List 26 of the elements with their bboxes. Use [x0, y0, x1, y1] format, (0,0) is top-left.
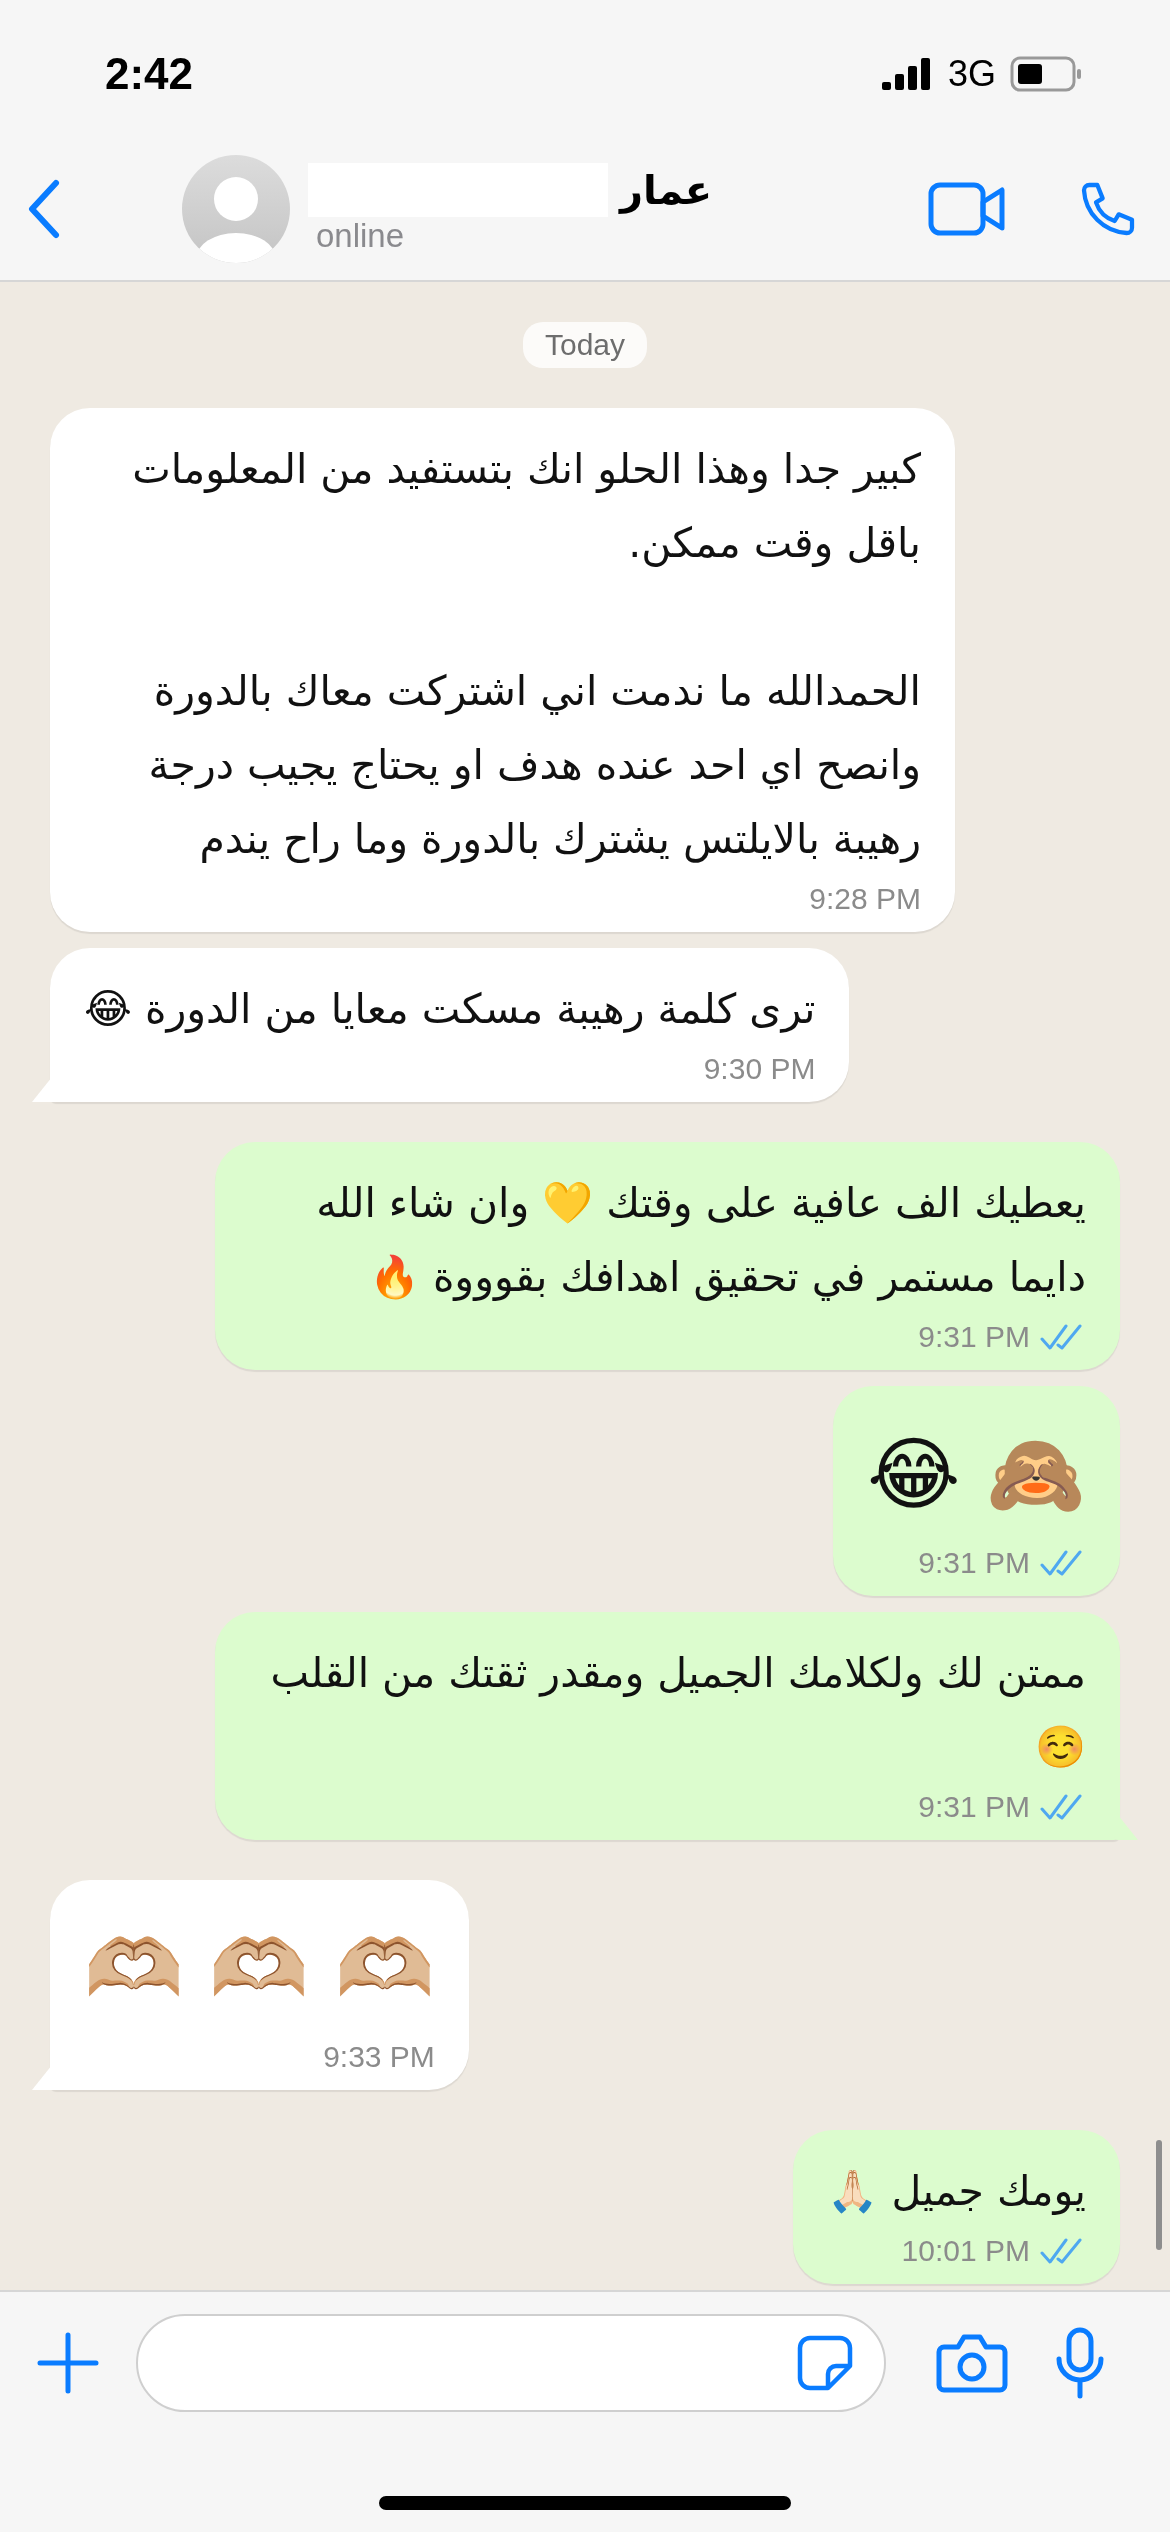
- message-time: 9:28 PM: [809, 882, 921, 916]
- status-time: 2:42: [105, 49, 194, 99]
- emoji-message: 🫶🏼 🫶🏼 🫶🏼: [84, 1921, 435, 2017]
- message-time: 10:01 PM: [901, 2234, 1030, 2268]
- emoji-message: 🙈 😂: [867, 1427, 1086, 1523]
- message-time: 9:30 PM: [703, 1052, 816, 1086]
- camera-icon[interactable]: [936, 2333, 1008, 2393]
- sticker-icon[interactable]: [796, 2334, 854, 2392]
- message-time: 9:31 PM: [918, 1546, 1030, 1580]
- date-badge: Today: [522, 322, 648, 368]
- battery-icon: [1010, 56, 1082, 92]
- message-time: 9:33 PM: [323, 2040, 435, 2074]
- message-text: يومك جميل 🙏🏻: [827, 2166, 1086, 2217]
- message-time: 9:31 PM: [918, 1320, 1030, 1354]
- contact-status: online: [316, 217, 406, 255]
- network-type: 3G: [947, 53, 996, 95]
- plus-icon[interactable]: [36, 2331, 100, 2395]
- message-text: كبير جدا وهذا الحلو انك بتستفيد من المعلومات باقل وقت ممكن.: [131, 444, 921, 569]
- contact-name: عمار: [620, 167, 713, 213]
- microphone-icon[interactable]: [1054, 2327, 1106, 2399]
- message-time: 9:31 PM: [918, 1790, 1030, 1824]
- message-text: يعطيك الف عافية على وقتك 💛 وان شاء الله دايما مستمر في تحقيق اهدافك بقوووة 🔥: [315, 1178, 1086, 1303]
- message-text: الحمدالله ما ندمت اني اشتركت معاك بالدورة وانصح اي احد عنده هدف او يحتاج يجيب درجة رهيبة بالايلتس يشترك بالدورة وما راح يندم: [147, 666, 921, 865]
- message-text: ترى كلمة رهيبة مسكت معايا من الدورة 😂: [84, 984, 816, 1035]
- message-text: ممتن لك ولكلامك الجميل ومقدر ثقتك من القلب ☺: [269, 1648, 1086, 1773]
- video-call-icon[interactable]: [928, 182, 1006, 236]
